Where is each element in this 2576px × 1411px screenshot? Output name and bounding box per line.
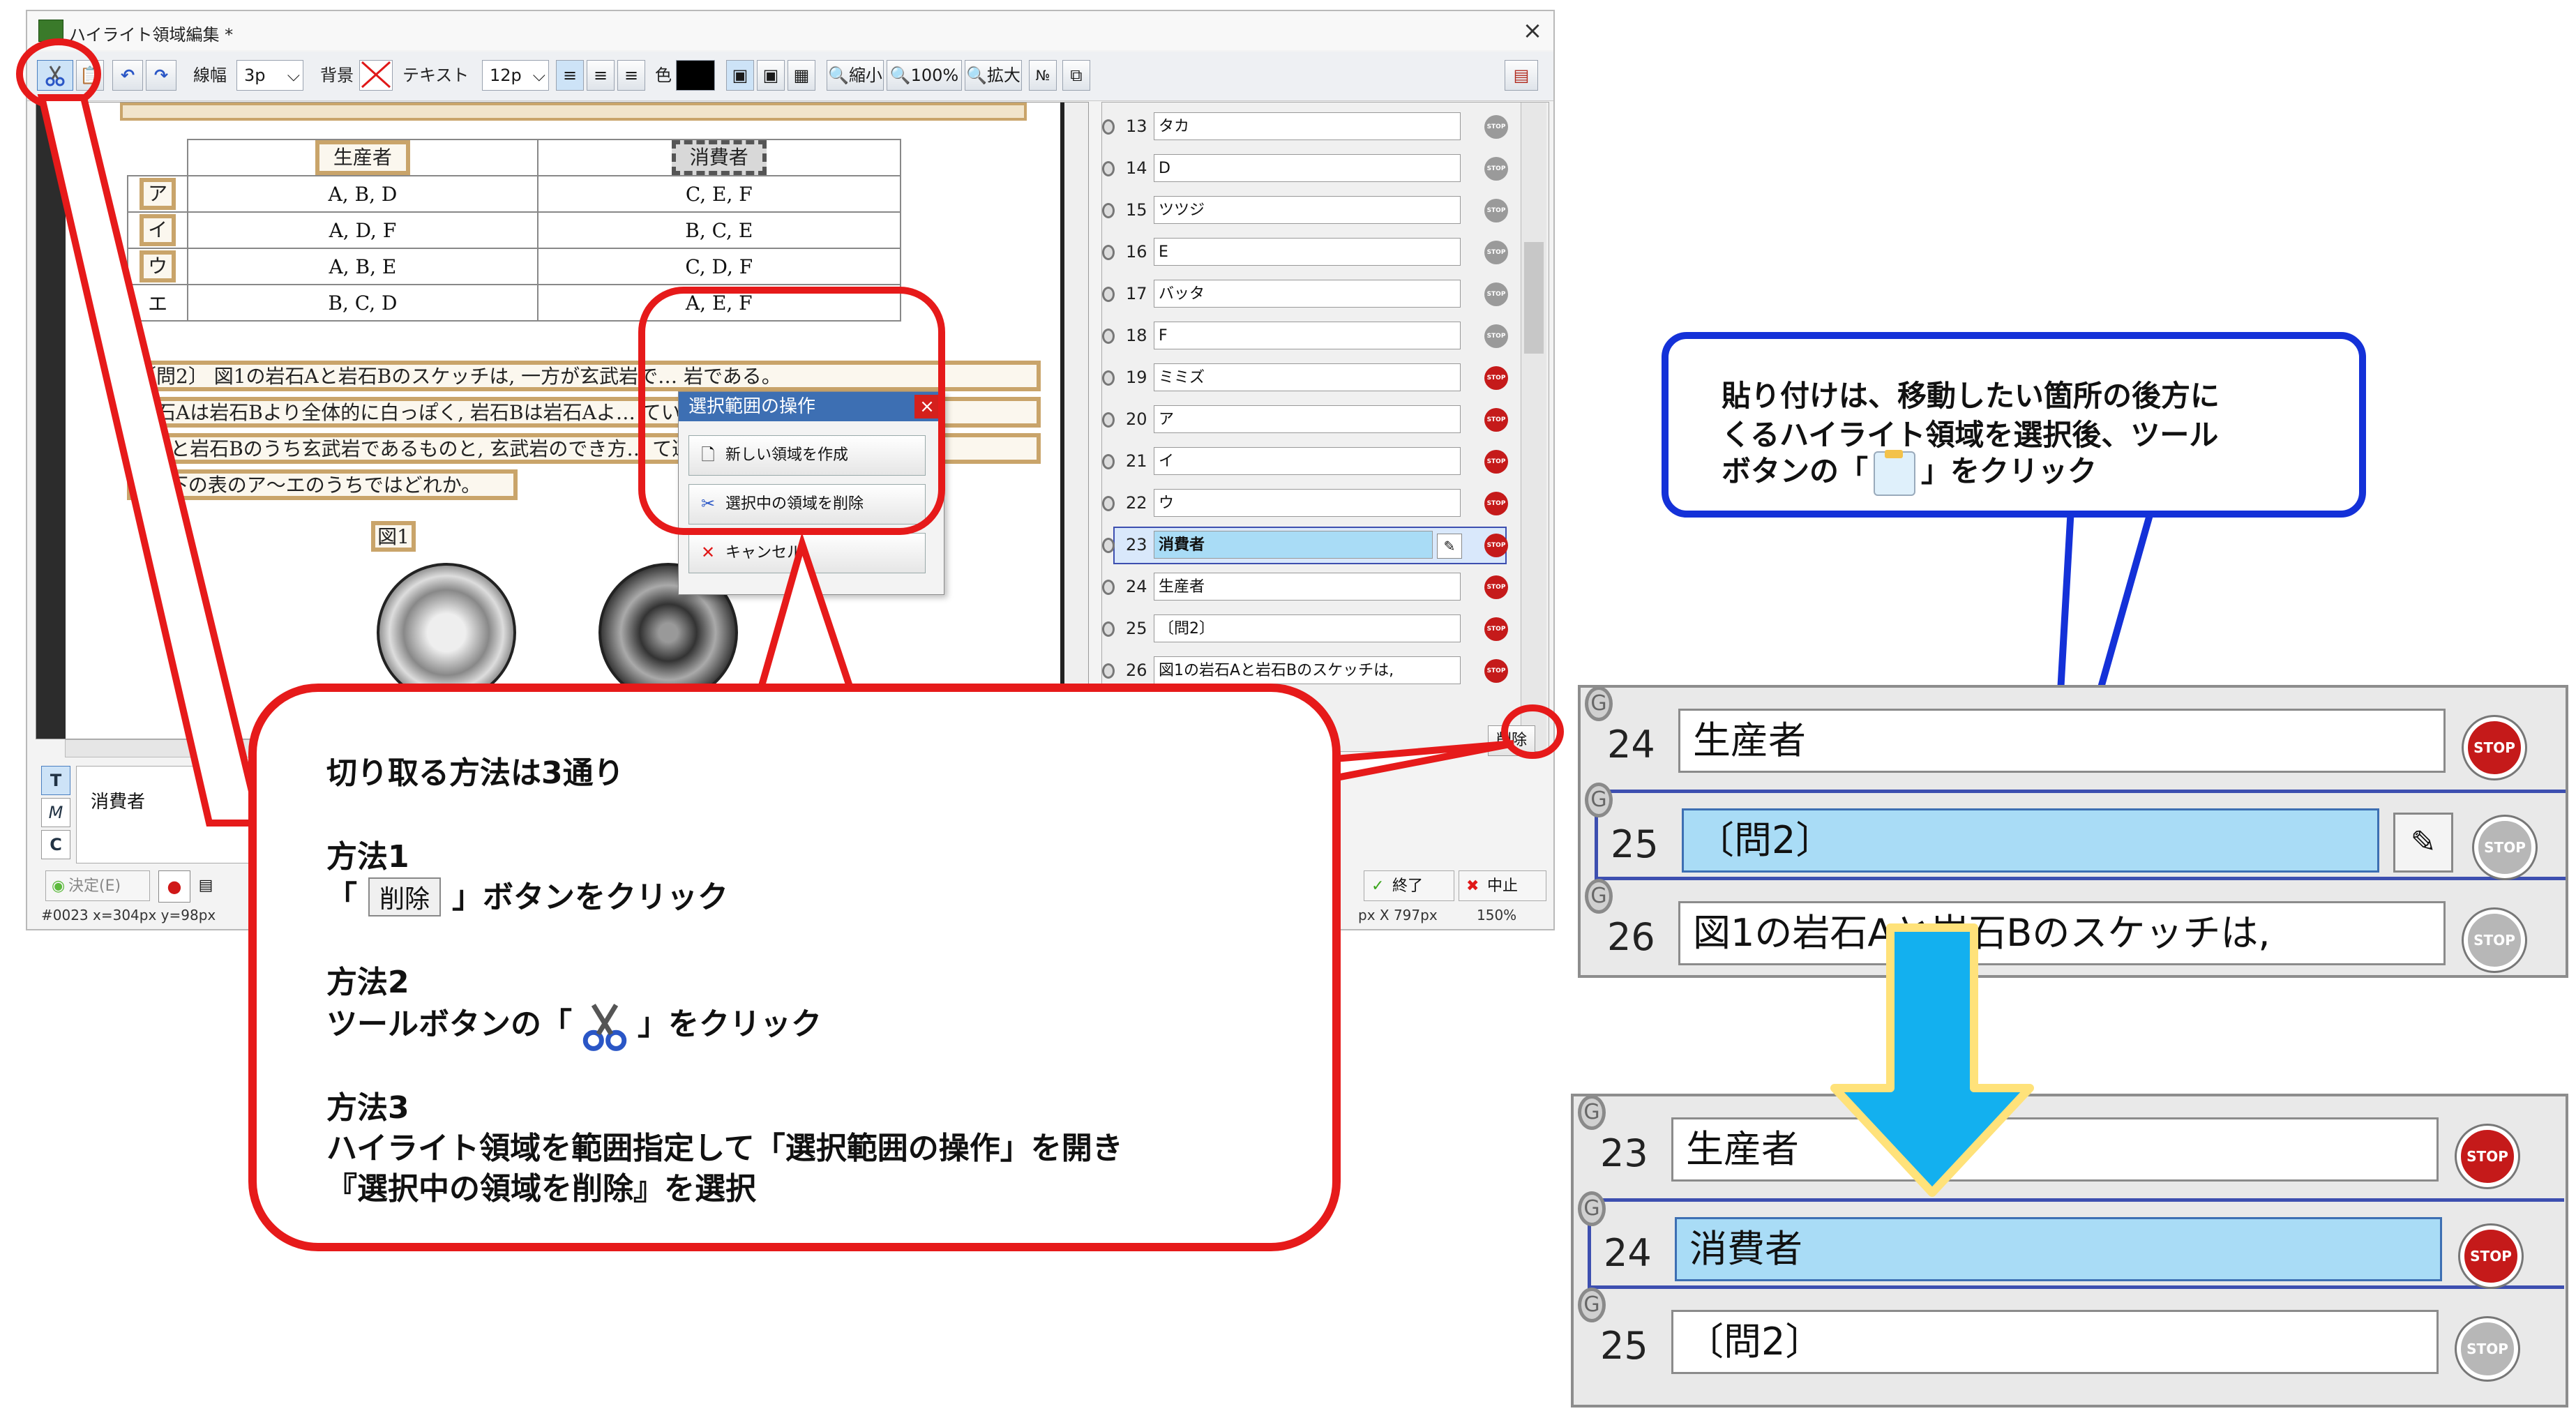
- list-item[interactable]: 24 生産者 STOP: [1595, 693, 2566, 784]
- edit-icon[interactable]: ✎: [2393, 813, 2453, 873]
- stop-icon[interactable]: STOP: [2464, 910, 2525, 971]
- stop-icon[interactable]: STOP: [2460, 1225, 2522, 1287]
- stop-icon[interactable]: STOP: [2474, 817, 2536, 878]
- list-item[interactable]: 24 消費者 STOP: [1588, 1198, 2564, 1289]
- down-arrow: [1830, 923, 2034, 1197]
- blue-callout-bubble: 貼り付けは、移動したい箇所の後方に くるハイライト領域を選択後、ツール ボタンの…: [1662, 332, 2366, 518]
- binder-ring-icon: G: [1585, 879, 1613, 914]
- list-item-text[interactable]: 消費者: [1675, 1217, 2442, 1281]
- list-item[interactable]: 25 〔問2〕 ✎ STOP: [1595, 790, 2566, 880]
- zoom-before-panel: 24 生産者 STOP G 25 〔問2〕 ✎ STOP G 26 図1の岩石Aと岩石Bのスケッチは…: [1578, 685, 2568, 978]
- list-item-number: 25: [1611, 822, 1659, 866]
- paste-line3-pre: ボタンの「: [1722, 454, 1869, 488]
- binder-ring-icon: G: [1578, 1096, 1606, 1130]
- list-item-text[interactable]: 〔問2〕: [1671, 1310, 2439, 1374]
- stop-icon[interactable]: STOP: [2457, 1318, 2518, 1380]
- clipboard-icon: [1874, 449, 1916, 496]
- list-item-text[interactable]: 〔問2〕: [1682, 808, 2379, 873]
- list-item-number: 24: [1607, 723, 1655, 767]
- list-item[interactable]: 26 図1の岩石Aと岩石Bのスケッチは, STOP: [1595, 886, 2566, 975]
- binder-ring-icon: G: [1578, 1288, 1606, 1322]
- list-item-number: 26: [1607, 915, 1655, 959]
- list-item-text[interactable]: 生産者: [1678, 709, 2446, 773]
- list-item-text[interactable]: 生産者: [1671, 1117, 2439, 1182]
- list-item-number: 23: [1600, 1131, 1648, 1175]
- paste-line1: 貼り付けは、移動したい箇所の後方に: [1722, 379, 2220, 413]
- list-item[interactable]: 25 〔問2〕 STOP: [1588, 1295, 2564, 1385]
- paste-line3-post: 」をクリック: [1921, 454, 2097, 488]
- zoom-after-panel: 23 生産者 STOP G 24 消費者 STOP G 25 〔問2〕 STOP G: [1571, 1094, 2568, 1408]
- paste-line3: ボタンの「 」をクリック: [1722, 448, 2097, 496]
- binder-ring-icon: G: [1585, 783, 1613, 817]
- list-item-number: 25: [1600, 1324, 1648, 1368]
- stop-icon[interactable]: STOP: [2464, 717, 2525, 778]
- binder-ring-icon: G: [1585, 688, 1613, 721]
- list-item[interactable]: 23 生産者 STOP: [1588, 1102, 2564, 1193]
- stop-icon[interactable]: STOP: [2457, 1126, 2518, 1187]
- binder-ring-icon: G: [1578, 1191, 1606, 1226]
- list-item-text[interactable]: 図1の岩石Aと岩石Bのスケッチは,: [1678, 901, 2446, 965]
- list-item-number: 24: [1604, 1231, 1652, 1275]
